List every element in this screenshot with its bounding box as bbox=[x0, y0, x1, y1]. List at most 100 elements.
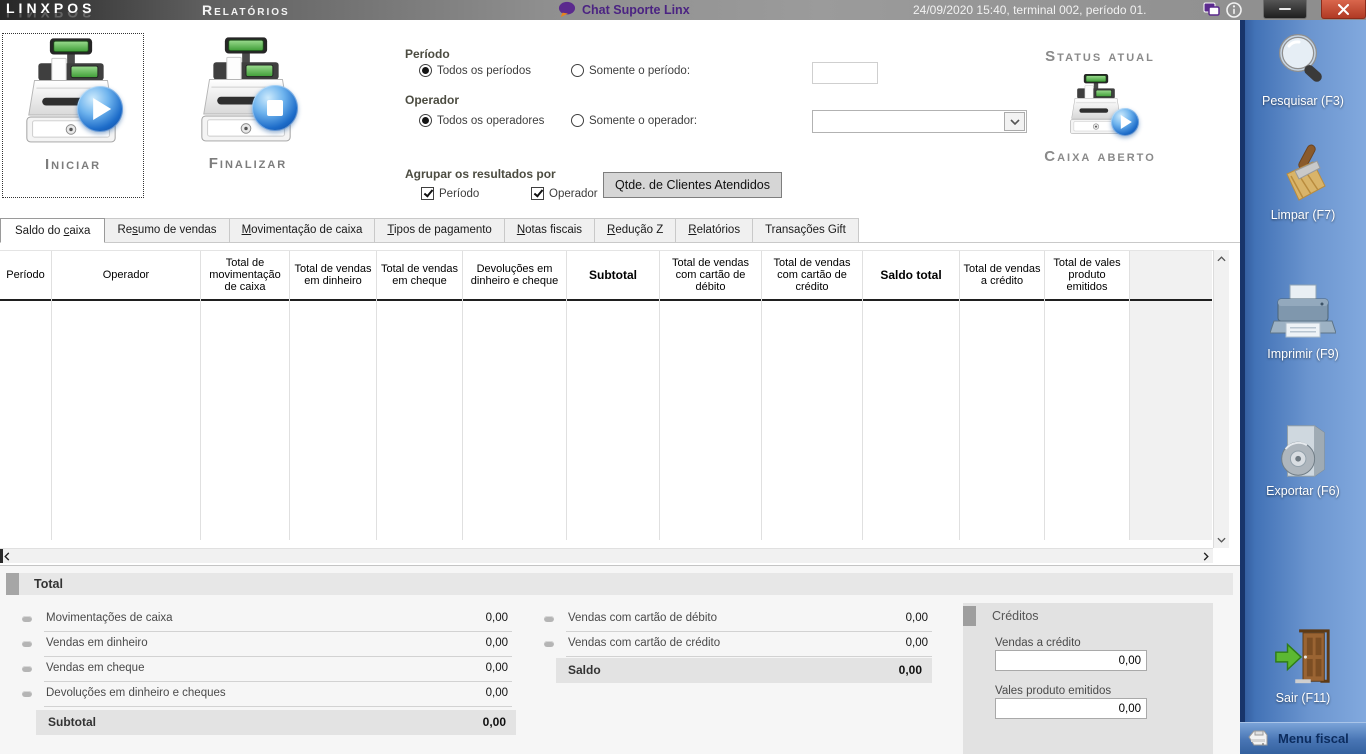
column-header: Total de vales produto emitidos bbox=[1045, 251, 1129, 301]
close-button[interactable] bbox=[1321, 0, 1366, 19]
export-disc-icon bbox=[1272, 420, 1334, 482]
report-tabs: Saldo do caixa Resumo de vendas Moviment… bbox=[0, 218, 1240, 243]
tab-tipos-de-pagamento[interactable]: Tipos de pagamento bbox=[374, 218, 505, 242]
tab-movimentacao-de-caixa[interactable]: Movimentação de caixa bbox=[228, 218, 376, 242]
operator-select[interactable] bbox=[812, 110, 1027, 133]
vendas-credito-input[interactable] bbox=[995, 650, 1147, 671]
chat-support-link[interactable]: Chat Suporte Linx bbox=[558, 1, 690, 18]
radio-icon[interactable] bbox=[419, 114, 432, 127]
column-header: Total de movimentação de caixa bbox=[201, 251, 289, 301]
group-results-label: Agrupar os resultados por bbox=[405, 167, 556, 181]
checkbox-group-operator-label: Operador bbox=[549, 187, 598, 200]
sair-button[interactable]: Sair (F11) bbox=[1240, 627, 1366, 705]
stop-icon bbox=[252, 85, 298, 131]
column-header: Total de vendas com cartão de débito bbox=[660, 251, 761, 301]
receipt-printer-icon bbox=[1246, 727, 1270, 751]
finalizar-label: Finalizar bbox=[208, 155, 288, 172]
linxpos-relatorios-window: LINXPOS LINXPOS Relatórios Chat Suporte … bbox=[0, 0, 1366, 754]
total-row: Movimentações de caixa 0,00 bbox=[22, 607, 512, 632]
limpar-button[interactable]: Limpar (F7) bbox=[1240, 142, 1366, 222]
period-input[interactable] bbox=[812, 62, 878, 84]
minimize-icon bbox=[1279, 8, 1291, 10]
menu-fiscal-button[interactable]: Menu fiscal bbox=[1240, 722, 1366, 754]
minimize-button[interactable] bbox=[1263, 0, 1307, 19]
radio-all-operators[interactable]: Todos os operadores bbox=[419, 114, 544, 127]
linxpos-logo-reflection: LINXPOS bbox=[6, 12, 96, 20]
radio-all-periods[interactable]: Todos os períodos bbox=[419, 64, 531, 77]
vales-produto-input[interactable] bbox=[995, 698, 1147, 719]
menu-fiscal-label: Menu fiscal bbox=[1278, 731, 1349, 746]
close-icon bbox=[1338, 3, 1349, 15]
pesquisar-label: Pesquisar (F3) bbox=[1262, 94, 1344, 108]
tab-transacoes-gift[interactable]: Transações Gift bbox=[752, 218, 859, 242]
bullet-icon bbox=[22, 641, 32, 647]
checkbox-icon[interactable] bbox=[421, 187, 434, 200]
finalizar-button[interactable]: Finalizar bbox=[168, 33, 328, 196]
column-header: Subtotal bbox=[567, 251, 659, 301]
column-header-empty bbox=[1130, 251, 1212, 301]
exportar-button[interactable]: Exportar (F6) bbox=[1240, 420, 1366, 498]
column-header: Total de vendas em cheque bbox=[377, 251, 462, 301]
column-header: Saldo total bbox=[863, 251, 959, 301]
bullet-icon bbox=[22, 691, 32, 697]
scroll-right-icon[interactable] bbox=[1203, 549, 1209, 563]
bullet-icon bbox=[22, 666, 32, 672]
status-cash-register-icon bbox=[1063, 74, 1139, 146]
vertical-scrollbar[interactable] bbox=[1213, 250, 1229, 548]
sair-label: Sair (F11) bbox=[1275, 691, 1331, 705]
tab-resumo-de-vendas[interactable]: Resumo de vendas bbox=[104, 218, 230, 242]
tab-relatorios[interactable]: Relatórios bbox=[675, 218, 754, 242]
column-header: Total de vendas a crédito bbox=[960, 251, 1044, 301]
iniciar-button[interactable]: Iniciar bbox=[2, 33, 144, 198]
limpar-label: Limpar (F7) bbox=[1270, 208, 1336, 222]
credits-panel: Créditos Vendas a crédito Vales produto … bbox=[963, 603, 1213, 754]
imprimir-button[interactable]: Imprimir (F9) bbox=[1240, 283, 1366, 361]
radio-only-period[interactable]: Somente o período: bbox=[571, 64, 690, 77]
action-sidebar: Pesquisar (F3) Limpar (F7) Imprimir (F9)… bbox=[1240, 20, 1366, 754]
horizontal-scrollbar[interactable] bbox=[0, 548, 1213, 563]
checkbox-group-operator[interactable]: Operador bbox=[531, 187, 598, 200]
total-row: Vendas em cheque 0,00 bbox=[22, 657, 512, 682]
scroll-up-icon[interactable] bbox=[1214, 250, 1229, 267]
chat-support-label: Chat Suporte Linx bbox=[582, 2, 690, 17]
column-header: Total de vendas com cartão de crédito bbox=[762, 251, 862, 301]
info-icon[interactable] bbox=[1226, 2, 1243, 18]
total-row: Devoluções em dinheiro e cheques 0,00 bbox=[22, 682, 512, 707]
checkbox-icon[interactable] bbox=[531, 187, 544, 200]
total-row: Vendas com cartão de crédito 0,00 bbox=[544, 632, 932, 657]
play-icon bbox=[77, 86, 123, 132]
subtotal-row: Subtotal 0,00 bbox=[36, 710, 516, 735]
iniciar-label: Iniciar bbox=[44, 156, 102, 173]
vendas-credito-label: Vendas a crédito bbox=[995, 637, 1081, 649]
page-title: Relatórios bbox=[202, 2, 290, 18]
operator-section-label: Operador bbox=[405, 93, 460, 107]
checkbox-group-period[interactable]: Período bbox=[421, 187, 479, 200]
bullet-icon bbox=[544, 616, 554, 622]
radio-icon[interactable] bbox=[571, 64, 584, 77]
remote-screens-icon[interactable] bbox=[1203, 2, 1220, 18]
section-accent-bar bbox=[6, 573, 19, 595]
pesquisar-button[interactable]: Pesquisar (F3) bbox=[1240, 28, 1366, 108]
bullet-icon bbox=[22, 616, 32, 622]
total-row: Vendas com cartão de débito 0,00 bbox=[544, 607, 932, 632]
scroll-left-icon[interactable] bbox=[4, 549, 10, 563]
radio-all-operators-label: Todos os operadores bbox=[437, 114, 545, 127]
radio-only-operator[interactable]: Somente o operador: bbox=[571, 114, 697, 127]
column-header: Período bbox=[0, 251, 51, 301]
totals-section: Total Movimentações de caixa 0,00 Vendas… bbox=[0, 565, 1240, 754]
tab-notas-fiscais[interactable]: Notas fiscais bbox=[503, 218, 596, 242]
bullet-icon bbox=[544, 641, 554, 647]
radio-only-period-label: Somente o período: bbox=[589, 64, 691, 77]
clients-attended-button[interactable]: Qtde. de Clientes Atendidos bbox=[603, 172, 782, 198]
broom-icon bbox=[1271, 142, 1335, 206]
column-header: Total de vendas em dinheiro bbox=[290, 251, 376, 301]
imprimir-label: Imprimir (F9) bbox=[1267, 347, 1339, 361]
radio-icon[interactable] bbox=[571, 114, 584, 127]
exit-door-icon bbox=[1272, 627, 1334, 689]
chevron-down-icon[interactable] bbox=[1004, 112, 1025, 131]
tab-reducao-z[interactable]: Redução Z bbox=[594, 218, 677, 242]
radio-icon[interactable] bbox=[419, 64, 432, 77]
tab-saldo-do-caixa[interactable]: Saldo do caixa bbox=[0, 218, 106, 243]
radio-all-periods-label: Todos os períodos bbox=[437, 64, 531, 77]
scroll-down-icon[interactable] bbox=[1214, 531, 1229, 548]
